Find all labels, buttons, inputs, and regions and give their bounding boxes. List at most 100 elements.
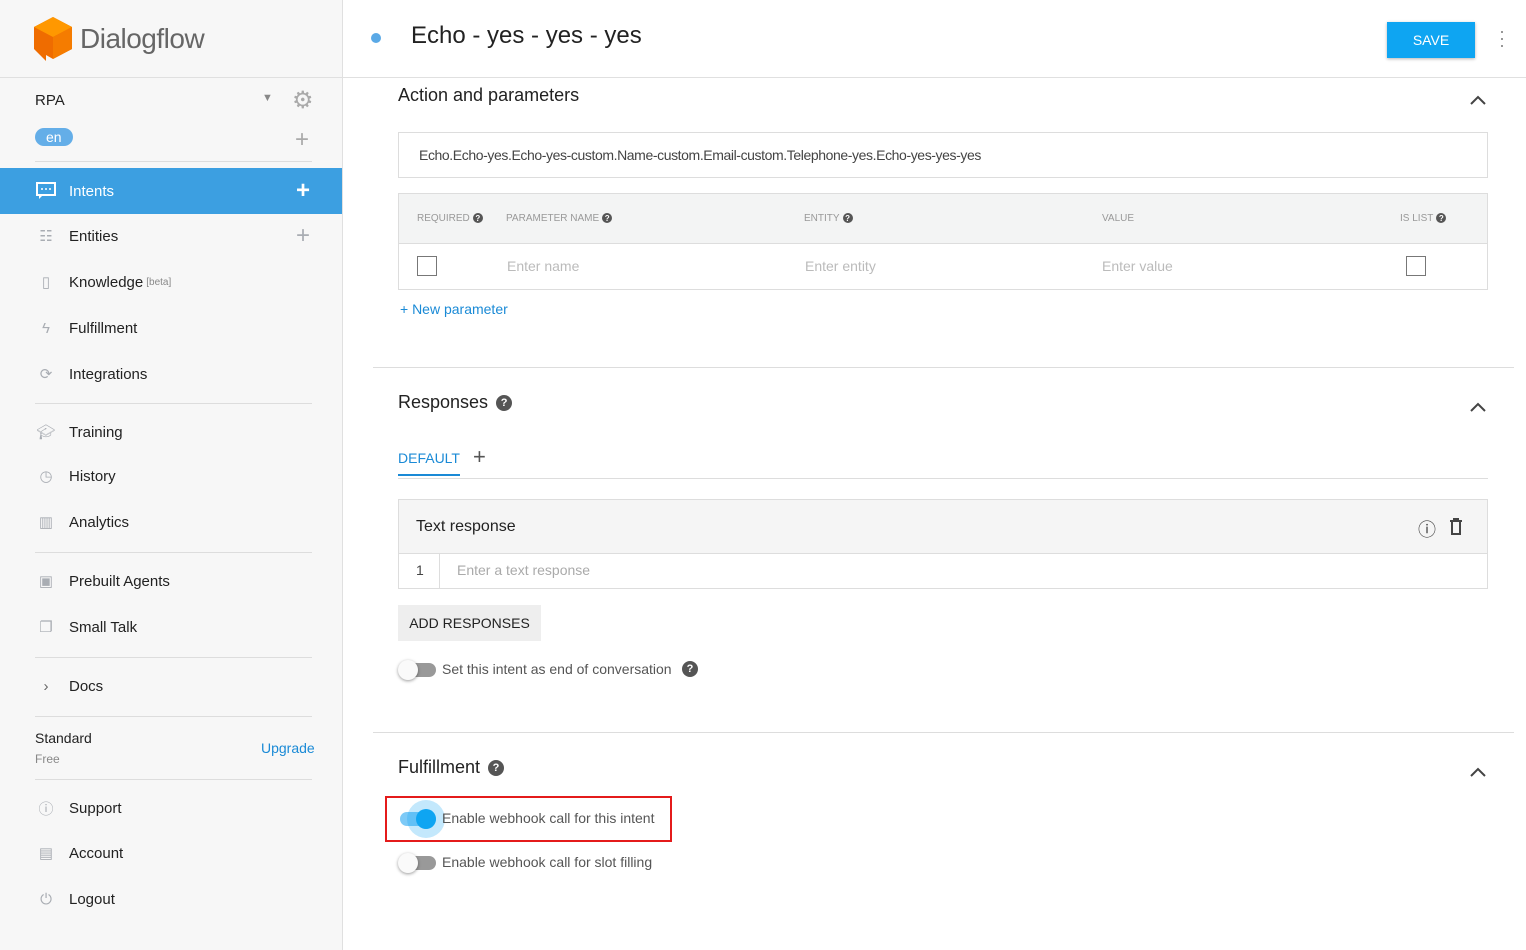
slot-filling-webhook-toggle[interactable] [398, 853, 436, 873]
required-checkbox[interactable] [417, 256, 437, 276]
logo[interactable]: Dialogflow [0, 0, 342, 78]
column-header: VALUE [1102, 213, 1135, 224]
agent-dropdown-icon[interactable]: ▼ [262, 92, 273, 104]
chart-icon: ▥ [38, 514, 54, 531]
help-icon[interactable]: ? [472, 213, 483, 224]
dialogflow-logo-icon [34, 16, 72, 61]
language-badge[interactable]: en [35, 128, 73, 146]
sidebar-item-label: History [69, 467, 116, 485]
sidebar-item-label: Small Talk [69, 618, 138, 636]
help-icon[interactable]: ⓘ [1418, 516, 1436, 542]
hierarchy-icon: ☷ [39, 228, 53, 245]
header: Echo - yes - yes - yes SAVE · · · [343, 0, 1526, 78]
column-header: IS LIST? [1400, 213, 1447, 224]
add-tab-button[interactable]: + [473, 444, 486, 470]
entity-input[interactable]: Enter entity [805, 258, 876, 274]
chevron-up-icon[interactable] [1469, 763, 1487, 781]
book-icon: ▯ [41, 274, 51, 291]
add-intent-icon[interactable]: + [296, 177, 310, 205]
sidebar: Dialogflow RPA ▼ ⚙ en + Intents + ☷ Enti… [0, 0, 343, 950]
value-input[interactable]: Enter value [1102, 258, 1173, 274]
sidebar-item-label: Training [69, 423, 123, 441]
bolt-icon: ϟ [42, 319, 50, 337]
sidebar-item-label: Logout [69, 890, 115, 908]
column-header: ENTITY? [804, 213, 853, 224]
help-icon[interactable]: ? [682, 661, 698, 677]
sidebar-item-support[interactable]: ⓘ Support [0, 785, 342, 831]
sidebar-item-small-talk[interactable]: ❐ Small Talk [0, 604, 342, 650]
app-name: Dialogflow [80, 22, 205, 54]
sidebar-item-label: Docs [69, 677, 104, 695]
plan-tier: Free [35, 752, 60, 766]
column-header: REQUIRED? [417, 213, 483, 224]
help-icon[interactable]: ? [842, 213, 853, 224]
chevron-up-icon[interactable] [1469, 91, 1487, 109]
account-icon: ▤ [38, 845, 54, 862]
webhook-label: Enable webhook call for this intent [442, 810, 655, 826]
sidebar-item-training[interactable]: 🎓︎ Training [0, 409, 342, 455]
parameters-table: REQUIRED? PARAMETER NAME? ENTITY? VALUE … [398, 193, 1488, 290]
help-icon: ⓘ [38, 800, 54, 818]
sidebar-item-label: Account [69, 844, 124, 862]
sync-icon: ⟳ [39, 366, 53, 383]
slot-filling-webhook-label: Enable webhook call for slot filling [442, 854, 653, 870]
sidebar-item-fulfillment[interactable]: ϟ Fulfillment [0, 305, 342, 351]
chat-icon [35, 180, 57, 202]
add-entity-icon[interactable]: + [296, 222, 310, 250]
intent-title[interactable]: Echo - yes - yes - yes [411, 22, 642, 50]
sidebar-item-history[interactable]: ◷ History [0, 453, 342, 499]
clock-icon: ◷ [39, 468, 53, 485]
graduation-cap-icon: 🎓︎ [36, 424, 56, 441]
column-header: PARAMETER NAME? [506, 213, 613, 224]
gear-icon[interactable]: ⚙ [292, 86, 314, 115]
sidebar-item-label: Fulfillment [69, 319, 138, 337]
help-icon[interactable]: ? [1436, 213, 1447, 224]
sidebar-item-account[interactable]: ▤ Account [0, 830, 342, 876]
text-response-title: Text response [416, 518, 516, 535]
action-name-input[interactable]: Echo.Echo-yes.Echo-yes-custom.Name-custo… [398, 132, 1488, 178]
book-icon: ▣ [38, 573, 54, 590]
sidebar-item-prebuilt-agents[interactable]: ▣ Prebuilt Agents [0, 558, 342, 604]
sidebar-item-label: Prebuilt Agents [69, 572, 170, 590]
add-language-icon[interactable]: + [295, 126, 309, 154]
chat-icon: ❐ [39, 619, 53, 636]
sidebar-item-intents[interactable]: Intents + [0, 168, 342, 214]
end-conversation-label: Set this intent as end of conversation [442, 661, 672, 677]
sidebar-item-logout[interactable]: ⏻ Logout [0, 876, 342, 922]
add-responses-button[interactable]: ADD RESPONSES [398, 605, 541, 641]
row-number: 1 [416, 562, 424, 578]
help-icon[interactable]: ? [496, 395, 513, 412]
fulfillment-section-title: Fulfillment? [398, 757, 505, 778]
help-icon[interactable]: ? [488, 760, 505, 777]
tab-default[interactable]: DEFAULT [398, 450, 460, 476]
plan-name: Standard [35, 730, 92, 746]
sidebar-item-entities[interactable]: ☷ Entities + [0, 213, 342, 259]
is-list-checkbox[interactable] [1406, 256, 1426, 276]
upgrade-link[interactable]: Upgrade [261, 740, 315, 756]
sidebar-item-analytics[interactable]: ▥ Analytics [0, 499, 342, 545]
chevron-right-icon: › [43, 677, 49, 695]
sidebar-item-label: Knowledge [69, 273, 144, 291]
end-conversation-toggle[interactable] [398, 660, 436, 680]
webhook-toggle[interactable] [400, 809, 436, 829]
sidebar-item-knowledge[interactable]: ▯ Knowledge [beta] [0, 259, 342, 305]
agent-name[interactable]: RPA [35, 92, 65, 109]
sidebar-item-label: Entities [69, 227, 119, 245]
beta-badge: [beta] [146, 276, 172, 288]
intent-editor: Echo - yes - yes - yes SAVE · · · Action a… [343, 0, 1526, 950]
trash-icon[interactable] [1449, 518, 1463, 535]
sidebar-item-label: Integrations [69, 365, 148, 383]
help-icon[interactable]: ? [602, 213, 613, 224]
sidebar-item-integrations[interactable]: ⟳ Integrations [0, 351, 342, 397]
save-button[interactable]: SAVE [1387, 22, 1475, 58]
sidebar-item-label: Support [69, 799, 122, 817]
action-section-title: Action and parameters [398, 85, 580, 105]
new-parameter-link[interactable]: + New parameter [400, 301, 508, 317]
sidebar-item-label: Analytics [69, 513, 130, 531]
parameter-name-input[interactable]: Enter name [507, 258, 579, 274]
status-dot-icon [371, 33, 381, 43]
text-response-input[interactable]: Enter a text response [457, 562, 590, 578]
sidebar-item-docs[interactable]: › Docs [0, 663, 342, 709]
more-options-icon[interactable]: · · · [1499, 22, 1505, 54]
chevron-up-icon[interactable] [1469, 398, 1487, 416]
